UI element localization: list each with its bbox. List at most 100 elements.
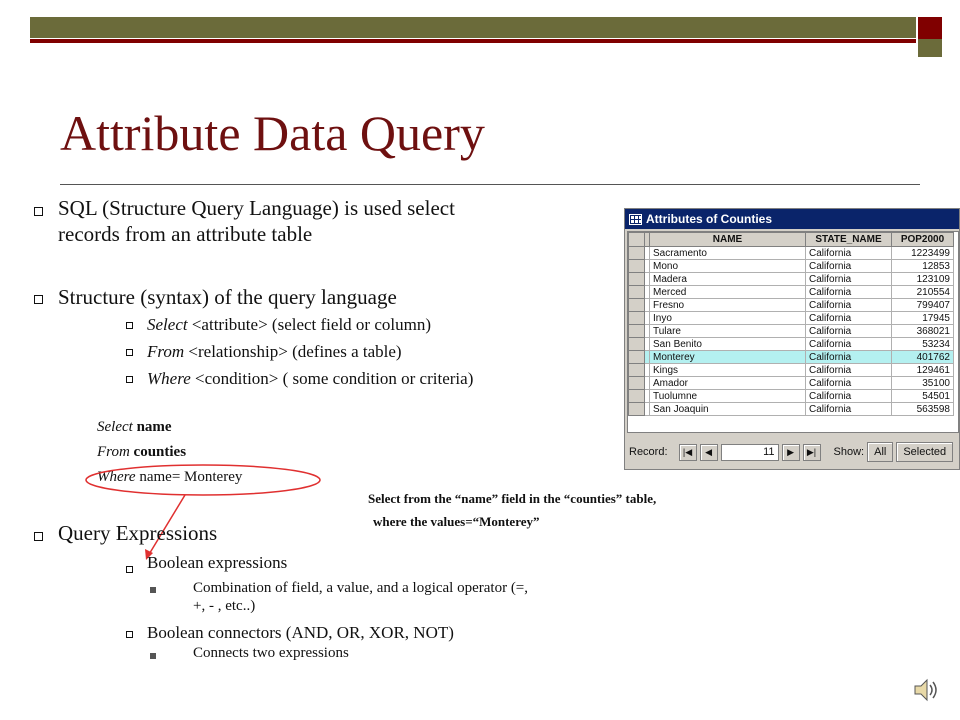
window-title: Attributes of Counties bbox=[646, 212, 772, 226]
cell-state[interactable]: California bbox=[805, 259, 892, 273]
column-header-state[interactable]: STATE_NAME bbox=[805, 232, 892, 247]
cell-pop[interactable]: 799407 bbox=[891, 298, 954, 312]
row-selector[interactable] bbox=[628, 337, 645, 351]
cell-name[interactable]: Monterey bbox=[649, 350, 806, 364]
show-selected-button[interactable]: Selected bbox=[896, 442, 954, 462]
cell-pop[interactable]: 123109 bbox=[891, 272, 954, 286]
row-selector[interactable] bbox=[628, 350, 645, 364]
cell-state[interactable]: California bbox=[805, 402, 892, 416]
cell-name[interactable]: Mono bbox=[649, 259, 806, 273]
last-record-button[interactable]: ▶| bbox=[802, 443, 821, 461]
row-selector[interactable] bbox=[628, 363, 645, 377]
cell-name[interactable]: Sacramento bbox=[649, 246, 806, 260]
row-selector[interactable] bbox=[628, 389, 645, 403]
cell-pop[interactable]: 53234 bbox=[891, 337, 954, 351]
boolean-expr-desc-line2: +, - , etc..) bbox=[193, 598, 256, 614]
table-row[interactable]: San Benito California 53234 bbox=[628, 337, 954, 351]
show-label: Show: bbox=[833, 446, 865, 458]
table-icon bbox=[629, 213, 642, 225]
query-caption-line2: where the values=“Monterey” bbox=[373, 514, 540, 529]
cell-name[interactable]: Amador bbox=[649, 376, 806, 390]
row-selector[interactable] bbox=[628, 259, 645, 273]
row-selector-header[interactable] bbox=[628, 232, 645, 247]
cell-pop[interactable]: 401762 bbox=[891, 350, 954, 364]
cell-pop[interactable]: 12853 bbox=[891, 259, 954, 273]
record-label: Record: bbox=[629, 446, 668, 458]
window-titlebar[interactable]: Attributes of Counties bbox=[625, 209, 959, 229]
cell-pop[interactable]: 563598 bbox=[891, 402, 954, 416]
table-row[interactable]: Sacramento California 1223499 bbox=[628, 246, 954, 260]
sub-bullet-square-icon bbox=[126, 631, 133, 638]
cell-state[interactable]: California bbox=[805, 324, 892, 338]
cell-name[interactable]: Tulare bbox=[649, 324, 806, 338]
attribute-grid[interactable]: NAME STATE_NAME POP2000 Sacramento Califo… bbox=[627, 231, 959, 433]
table-row[interactable]: Mono California 12853 bbox=[628, 259, 954, 273]
table-row[interactable]: Inyo California 17945 bbox=[628, 311, 954, 325]
table-row[interactable]: San Joaquin California 563598 bbox=[628, 402, 954, 416]
cell-state[interactable]: California bbox=[805, 376, 892, 390]
speaker-icon[interactable] bbox=[912, 676, 940, 704]
table-row[interactable]: Tuolumne California 54501 bbox=[628, 389, 954, 403]
sub-bullet-square-icon bbox=[126, 566, 133, 573]
cell-pop[interactable]: 1223499 bbox=[891, 246, 954, 260]
prev-record-button[interactable]: ◀ bbox=[699, 443, 718, 461]
cell-state[interactable]: California bbox=[805, 298, 892, 312]
table-row[interactable]: Amador California 35100 bbox=[628, 376, 954, 390]
cell-pop[interactable]: 368021 bbox=[891, 324, 954, 338]
row-selector[interactable] bbox=[628, 324, 645, 338]
cell-name[interactable]: San Benito bbox=[649, 337, 806, 351]
next-record-button[interactable]: ▶ bbox=[781, 443, 800, 461]
cell-pop[interactable]: 17945 bbox=[891, 311, 954, 325]
table-row[interactable]: Tulare California 368021 bbox=[628, 324, 954, 338]
cell-name[interactable]: Inyo bbox=[649, 311, 806, 325]
table-row[interactable]: Fresno California 799407 bbox=[628, 298, 954, 312]
cell-name[interactable]: Kings bbox=[649, 363, 806, 377]
table-row[interactable]: Merced California 210554 bbox=[628, 285, 954, 299]
table-row[interactable]: Kings California 129461 bbox=[628, 363, 954, 377]
cell-state[interactable]: California bbox=[805, 363, 892, 377]
record-number-input[interactable]: 11 bbox=[720, 443, 779, 461]
cell-pop[interactable]: 54501 bbox=[891, 389, 954, 403]
column-header-name[interactable]: NAME bbox=[649, 232, 806, 247]
cell-state[interactable]: California bbox=[805, 272, 892, 286]
cell-name[interactable]: Madera bbox=[649, 272, 806, 286]
cell-name[interactable]: Merced bbox=[649, 285, 806, 299]
boolean-expr-desc-line1: Combination of field, a value, and a log… bbox=[193, 580, 529, 596]
bullet-square-icon bbox=[34, 532, 43, 541]
table-row[interactable]: Monterey California 401762 bbox=[628, 350, 954, 364]
bullet-query-expressions: Query Expressions bbox=[58, 521, 218, 545]
row-selector[interactable] bbox=[628, 285, 645, 299]
boolean-connectors-desc: Connects two expressions bbox=[193, 645, 349, 661]
item-bullet-icon bbox=[150, 653, 156, 659]
cell-name[interactable]: San Joaquin bbox=[649, 402, 806, 416]
window-footer: Record: |◀ ◀ 11 ▶ ▶| Show: All Selected bbox=[627, 437, 959, 467]
cell-state[interactable]: California bbox=[805, 389, 892, 403]
row-selector[interactable] bbox=[628, 376, 645, 390]
cell-state[interactable]: California bbox=[805, 285, 892, 299]
row-selector[interactable] bbox=[628, 272, 645, 286]
item-bullet-icon bbox=[150, 587, 156, 593]
row-selector[interactable] bbox=[628, 298, 645, 312]
cell-pop[interactable]: 129461 bbox=[891, 363, 954, 377]
cell-state[interactable]: California bbox=[805, 337, 892, 351]
cell-state[interactable]: California bbox=[805, 246, 892, 260]
row-selector[interactable] bbox=[628, 402, 645, 416]
cell-state[interactable]: California bbox=[805, 311, 892, 325]
show-all-button[interactable]: All bbox=[867, 442, 894, 462]
cell-pop[interactable]: 35100 bbox=[891, 376, 954, 390]
boolean-expressions: Boolean expressions bbox=[147, 553, 288, 572]
attributes-window[interactable]: Attributes of Counties NAME STATE_NAME P… bbox=[624, 208, 960, 470]
first-record-button[interactable]: |◀ bbox=[678, 443, 697, 461]
table-row[interactable]: Madera California 123109 bbox=[628, 272, 954, 286]
cell-state[interactable]: California bbox=[805, 350, 892, 364]
column-header-pop[interactable]: POP2000 bbox=[891, 232, 954, 247]
cell-name[interactable]: Fresno bbox=[649, 298, 806, 312]
cell-name[interactable]: Tuolumne bbox=[649, 389, 806, 403]
cell-pop[interactable]: 210554 bbox=[891, 285, 954, 299]
row-selector[interactable] bbox=[628, 311, 645, 325]
row-selector[interactable] bbox=[628, 246, 645, 260]
grid-body: Sacramento California 1223499 Mono Californi… bbox=[628, 246, 954, 416]
boolean-connectors: Boolean connectors (AND, OR, XOR, NOT) bbox=[147, 623, 454, 642]
query-caption-line1: Select from the “name” field in the “cou… bbox=[368, 491, 657, 506]
highlight-ellipse bbox=[85, 464, 321, 496]
